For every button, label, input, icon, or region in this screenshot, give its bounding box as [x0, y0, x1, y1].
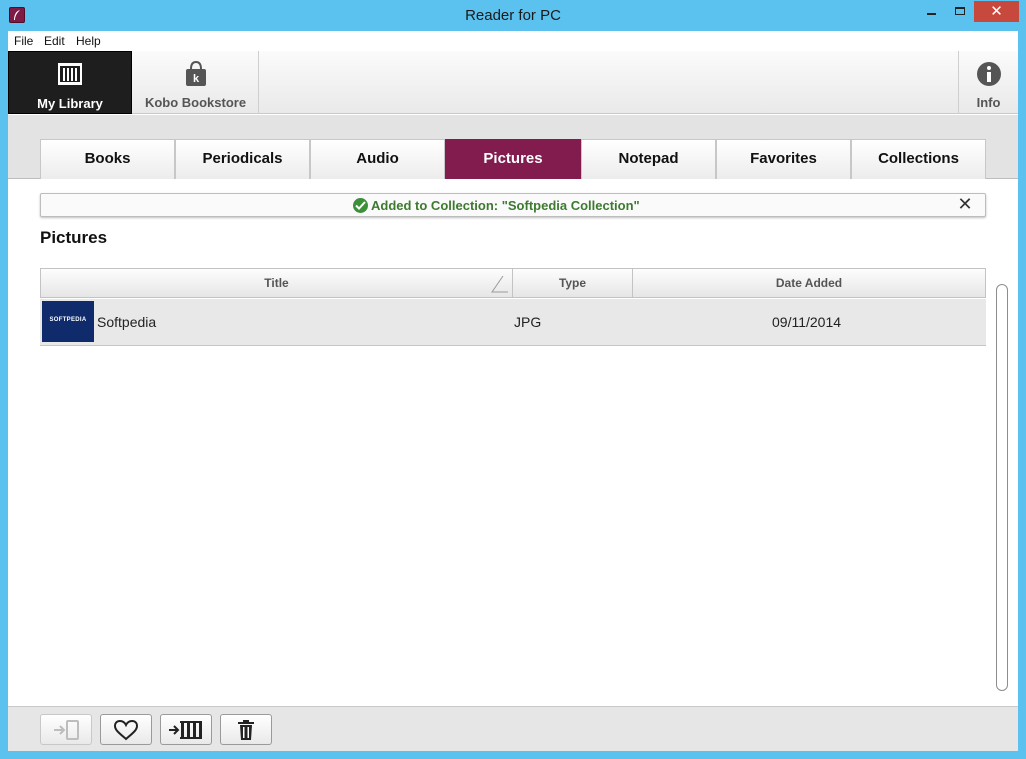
info-icon: [976, 62, 1001, 86]
vertical-scrollbar[interactable]: [996, 284, 1008, 691]
cell-type: JPG: [514, 314, 542, 330]
tab-collections[interactable]: Collections: [851, 139, 986, 179]
maximize-icon: [955, 7, 965, 15]
notification-text: Added to Collection: "Softpedia Collecti…: [371, 198, 640, 213]
menu-help[interactable]: Help: [76, 34, 101, 48]
cell-title: Softpedia: [97, 314, 157, 330]
nav-info-label: Info: [976, 95, 1001, 110]
picture-thumbnail: SOFTPEDIA: [42, 301, 94, 342]
window-title: Reader for PC: [465, 7, 561, 24]
menu-edit[interactable]: Edit: [44, 34, 65, 48]
shopping-bag-icon: k: [185, 61, 206, 86]
column-header-title[interactable]: Title: [41, 269, 513, 297]
title-bar[interactable]: Reader for PC ✕: [0, 0, 1026, 31]
notification-bar: Added to Collection: "Softpedia Collecti…: [40, 193, 986, 217]
table-row[interactable]: SOFTPEDIA Softpedia JPG 09/11/2014: [40, 299, 986, 346]
page-title: Pictures: [40, 228, 108, 247]
category-tabs: Books Periodicals Audio Pictures Notepad Favo…: [40, 139, 986, 179]
close-icon: ✕: [990, 2, 1003, 20]
tab-notepad[interactable]: Notepad: [581, 139, 716, 179]
send-to-device-button[interactable]: [40, 714, 92, 745]
table-header: Title Type Date Added: [40, 268, 986, 298]
success-check-icon: [353, 198, 368, 213]
tab-favorites[interactable]: Favorites: [716, 139, 851, 179]
column-title-label: Title: [264, 276, 289, 290]
tab-band: Books Periodicals Audio Pictures Notepad Favo…: [8, 115, 1018, 179]
tab-books[interactable]: Books: [40, 139, 175, 179]
menu-bar: File Edit Help: [8, 31, 1018, 51]
tab-periodicals[interactable]: Periodicals: [175, 139, 310, 179]
delete-button[interactable]: [220, 714, 272, 745]
nav-kobo-bookstore[interactable]: k Kobo Bookstore: [133, 51, 259, 114]
minimize-button[interactable]: [918, 1, 945, 22]
bottom-toolbar: [8, 706, 1018, 751]
cell-date: 09/11/2014: [772, 314, 842, 330]
client-area: File Edit Help My Library k Kobo Booksto…: [8, 31, 1018, 751]
tab-audio[interactable]: Audio: [310, 139, 445, 179]
menu-file[interactable]: File: [14, 34, 33, 48]
nav-kobo-bookstore-label: Kobo Bookstore: [144, 95, 247, 110]
nav-my-library-label: My Library: [37, 96, 103, 111]
add-to-collection-button[interactable]: [160, 714, 212, 745]
tab-pictures[interactable]: Pictures: [445, 139, 581, 179]
column-header-type[interactable]: Type: [513, 269, 633, 297]
nav-info[interactable]: Info: [958, 51, 1018, 114]
favorite-button[interactable]: [100, 714, 152, 745]
maximize-button[interactable]: [946, 1, 973, 22]
bookshelf-icon: [58, 63, 82, 85]
bag-letter: k: [192, 73, 199, 85]
column-header-date-added[interactable]: Date Added: [633, 269, 985, 297]
notification-close-icon[interactable]: ✕: [955, 195, 975, 215]
sort-ascending-icon: [491, 275, 508, 293]
close-window-button[interactable]: ✕: [974, 1, 1019, 22]
minimize-icon: [927, 13, 936, 15]
app-window: Reader for PC ✕ File Edit Help My Librar…: [0, 0, 1026, 759]
thumbnail-text: SOFTPEDIA: [49, 317, 87, 323]
nav-my-library[interactable]: My Library: [8, 51, 132, 114]
top-navigation: My Library k Kobo Bookstore Info: [8, 51, 1018, 114]
